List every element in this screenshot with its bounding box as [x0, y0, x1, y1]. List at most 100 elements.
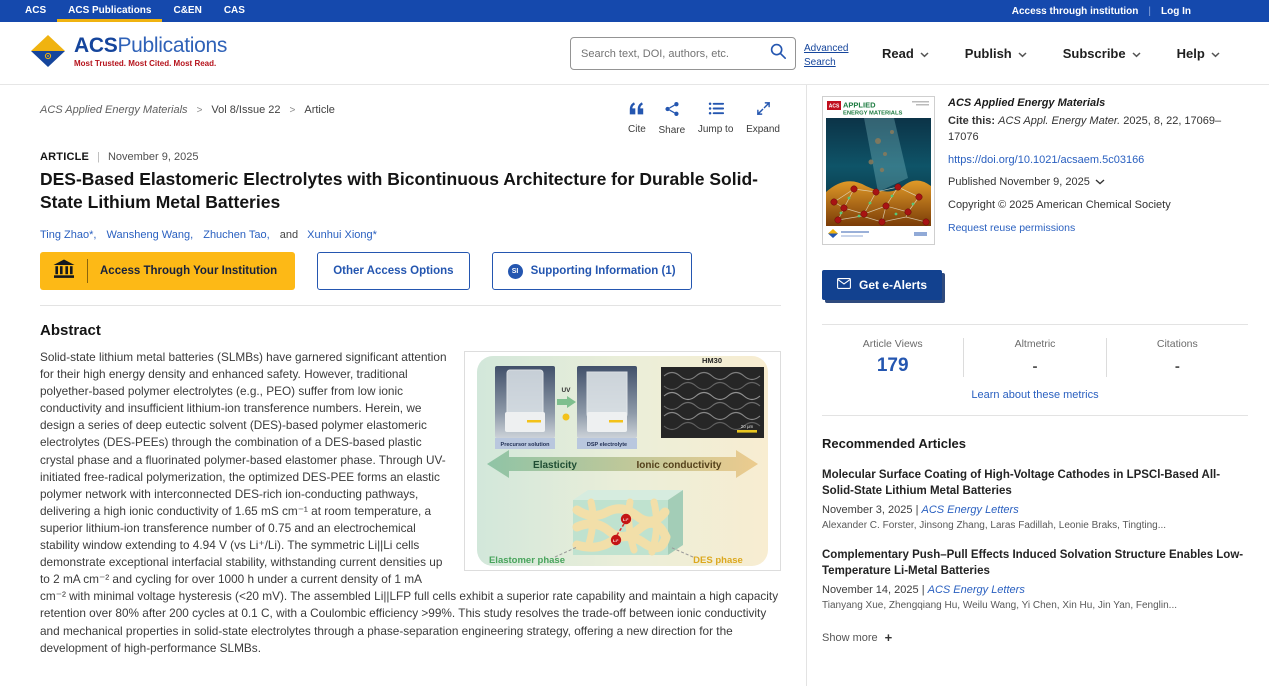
share-label: Share — [658, 125, 685, 136]
breadcrumb-issue-link[interactable]: Vol 8/Issue 22 — [211, 104, 280, 116]
topnav-cas[interactable]: CAS — [213, 0, 256, 22]
breadcrumb-journal-link[interactable]: ACS Applied Energy Materials — [40, 104, 188, 116]
logo-publications-text: Publications — [117, 34, 227, 57]
share-button[interactable]: Share — [658, 101, 685, 136]
chevron-down-icon — [1132, 46, 1141, 61]
top-nav-bar: ACS ACS Publications C&EN CAS Access thr… — [0, 0, 1269, 22]
citations-value: - — [1107, 358, 1248, 375]
metric-article-views: Article Views 179 — [822, 338, 963, 377]
search-icon[interactable] — [769, 42, 787, 65]
figure-ion-label: Li⁺ — [613, 538, 619, 543]
author-link[interactable]: Wansheng Wang, — [107, 229, 194, 241]
cite-button[interactable]: Cite — [628, 101, 646, 136]
menu-publish-label: Publish — [965, 46, 1012, 61]
advanced-search-link[interactable]: Advanced Search — [804, 42, 858, 69]
figure-elasticity-label: Elasticity — [533, 460, 577, 471]
recommended-article-authors: Alexander C. Forster, Jinsong Zhang, Lar… — [822, 520, 1248, 531]
recommended-article-item[interactable]: Molecular Surface Coating of High-Voltag… — [822, 468, 1248, 531]
recommended-article-title[interactable]: Complementary Push–Pull Effects Induced … — [822, 548, 1248, 579]
button-divider — [87, 259, 88, 283]
learn-about-metrics-link[interactable]: Learn about these metrics — [822, 385, 1248, 415]
supporting-information-button[interactable]: SI Supporting Information (1) — [492, 252, 692, 290]
acs-diamond-logo-icon — [30, 35, 66, 72]
expand-button[interactable]: Expand — [746, 101, 780, 136]
cite-journal-abbrev: ACS Appl. Energy Mater. — [998, 115, 1120, 127]
metric-citations: Citations - — [1106, 338, 1248, 377]
logo-tagline: Most Trusted. Most Cited. Most Read. — [74, 59, 227, 68]
list-icon — [708, 101, 724, 121]
menu-publish[interactable]: Publish — [965, 46, 1027, 61]
journal-cover-image[interactable]: ACS APPLIED ENERGY MATERIALS — [822, 96, 935, 250]
chevron-down-icon — [920, 46, 929, 61]
si-badge-icon: SI — [508, 264, 523, 279]
access-through-institution-link[interactable]: Access through institution — [1012, 6, 1139, 17]
search-box — [570, 37, 796, 70]
sidebar-divider — [806, 85, 807, 686]
published-date-toggle[interactable]: Published November 9, 2025 — [948, 175, 1248, 190]
published-date: Published November 9, 2025 — [948, 175, 1090, 190]
topnav-cen[interactable]: C&EN — [162, 0, 212, 22]
breadcrumb: ACS Applied Energy Materials > Vol 8/Iss… — [40, 104, 335, 116]
request-reuse-permissions-link[interactable]: Request reuse permissions — [948, 221, 1248, 236]
cite-label: Cite — [628, 124, 646, 135]
figure-elastomer-phase-label: Elastomer phase — [489, 555, 565, 566]
author-list: Ting Zhao*, Wansheng Wang, Zhuchen Tao, … — [40, 229, 384, 241]
author-link[interactable]: Zhuchen Tao, — [203, 229, 269, 241]
chevron-down-icon — [1018, 46, 1027, 61]
recommended-article-date: November 3, 2025 — [822, 504, 913, 516]
get-e-alerts-label: Get e-Alerts — [859, 278, 927, 292]
figure-sem-label: HM30 — [702, 356, 722, 365]
recommended-article-journal-link[interactable]: ACS Energy Letters — [921, 504, 1018, 516]
cite-quote-icon — [628, 101, 645, 121]
authors-and: and — [280, 229, 298, 241]
author-link[interactable]: Xunhui Xiong* — [307, 229, 377, 241]
topnav-acs-publications[interactable]: ACS Publications — [57, 0, 162, 22]
recommended-article-title[interactable]: Molecular Surface Coating of High-Voltag… — [822, 468, 1248, 499]
get-e-alerts-button[interactable]: Get e-Alerts — [822, 270, 942, 300]
menu-read[interactable]: Read — [882, 46, 929, 61]
figure-des-phase-label: DES phase — [693, 555, 743, 566]
recommended-article-item[interactable]: Complementary Push–Pull Effects Induced … — [822, 548, 1248, 611]
article-type-badge: ARTICLE — [40, 151, 89, 163]
meta-separator: | — [922, 584, 925, 596]
show-more-label: Show more — [822, 632, 878, 644]
jump-to-button[interactable]: Jump to — [698, 101, 734, 136]
topnav-acs[interactable]: ACS — [25, 0, 57, 22]
menu-subscribe[interactable]: Subscribe — [1063, 46, 1141, 61]
author-link[interactable]: Ting Zhao*, — [40, 229, 96, 241]
article-meta: ARTICLE | November 9, 2025 — [40, 151, 198, 163]
abstract-graphic[interactable]: Precursor solution UV DSP electrolyte HM… — [464, 351, 781, 571]
breadcrumb-separator: > — [290, 105, 296, 116]
metric-altmetric: Altmetric - — [963, 338, 1105, 377]
journal-info-block: ACS APPLIED ENERGY MATERIALS — [822, 96, 1248, 250]
access-institution-label: Access Through Your Institution — [100, 265, 277, 277]
site-header: ACSPublications Most Trusted. Most Cited… — [0, 22, 1269, 85]
doi-link[interactable]: https://doi.org/10.1021/acsaem.5c03166 — [948, 153, 1248, 168]
abstract-body: Precursor solution UV DSP electrolyte HM… — [40, 349, 781, 657]
institution-bank-icon — [53, 259, 75, 284]
expand-arrows-icon — [756, 101, 771, 121]
search-input[interactable] — [581, 48, 769, 60]
other-access-options-button[interactable]: Other Access Options — [317, 252, 469, 290]
recommended-article-date: November 14, 2025 — [822, 584, 919, 596]
supporting-information-label: Supporting Information (1) — [531, 265, 676, 277]
recommended-article-journal-link[interactable]: ACS Energy Letters — [928, 584, 1025, 596]
plus-icon: + — [885, 630, 893, 645]
access-institution-button[interactable]: Access Through Your Institution — [40, 252, 295, 290]
top-nav-account: Access through institution | Log In — [1012, 0, 1269, 22]
acs-publications-logo[interactable]: ACSPublications Most Trusted. Most Cited… — [30, 35, 227, 72]
copyright-text: Copyright © 2025 American Chemical Socie… — [948, 198, 1248, 213]
menu-help[interactable]: Help — [1177, 46, 1220, 61]
share-icon — [664, 101, 680, 122]
recommended-article-meta: November 3, 2025 | ACS Energy Letters — [822, 504, 1248, 516]
cover-acs-text: ACS — [829, 104, 840, 110]
metrics-panel: Article Views 179 Altmetric - Citations … — [822, 325, 1248, 385]
login-link[interactable]: Log In — [1161, 6, 1191, 17]
journal-name-link[interactable]: ACS Applied Energy Materials — [948, 96, 1248, 111]
menu-help-label: Help — [1177, 46, 1205, 61]
show-more-button[interactable]: Show more + — [822, 630, 1248, 645]
article-views-value: 179 — [822, 355, 963, 377]
sidebar-section-divider — [822, 415, 1248, 416]
article-views-label: Article Views — [822, 338, 963, 350]
figure-ionic-label: Ionic conductivity — [636, 460, 721, 471]
